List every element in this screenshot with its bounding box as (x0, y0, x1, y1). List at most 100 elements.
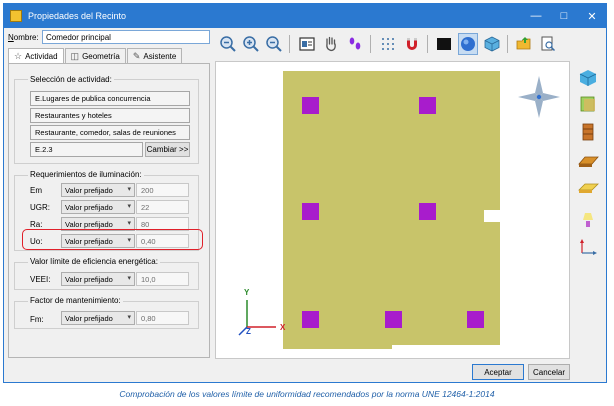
snap-button[interactable] (402, 33, 422, 55)
compass-icon (518, 76, 560, 118)
maximize-button[interactable]: □ (550, 4, 578, 28)
toolbar-separator (507, 35, 508, 53)
veei-select[interactable]: Valor prefijado ▾ (61, 272, 135, 286)
lamp-icon (583, 213, 593, 227)
cabinet-icon (582, 123, 594, 141)
layers-button[interactable] (576, 93, 600, 115)
accept-button[interactable]: Aceptar (472, 364, 524, 380)
zoom-out-button[interactable] (218, 33, 238, 55)
chevron-down-icon: ▾ (127, 220, 131, 227)
luminaire (302, 97, 319, 114)
hand-icon (326, 36, 336, 52)
change-activity-button[interactable]: Cambiar >> (145, 142, 190, 157)
fm-label: Fm: (30, 315, 44, 324)
zoom-in-button[interactable] (241, 33, 261, 55)
footprints-icon (349, 37, 361, 50)
wand-icon: ✎ (132, 51, 141, 61)
pan-button[interactable] (321, 33, 341, 55)
zoom-reset-button[interactable] (264, 33, 284, 55)
lighting-group-title: Requerimientos de iluminación: (28, 170, 144, 179)
sphere-icon (461, 37, 475, 51)
ceiling-icon (578, 183, 599, 193)
preview-button[interactable] (538, 33, 558, 55)
view-3d-button[interactable] (576, 67, 600, 89)
axis-z-label: Z (246, 327, 251, 336)
plan-canvas[interactable]: Y X Z (215, 61, 570, 359)
app-icon (10, 10, 22, 22)
cube-icon: ◫ (70, 51, 80, 61)
luminaire (302, 203, 319, 220)
uo-highlight (22, 229, 203, 250)
star-icon: ☆ (14, 51, 23, 61)
activity-group-title: Selección de actividad: (28, 75, 114, 84)
window-title: Propiedades del Recinto (28, 11, 127, 21)
tab-strip: ☆ Actividad ◫ Geometría ✎ Asistente (8, 48, 183, 64)
title-bar[interactable]: Propiedades del Recinto — □ ✕ (4, 4, 606, 28)
toolbar-separator (427, 35, 428, 53)
floor-surface-button[interactable] (576, 150, 600, 172)
activity-line-1: E.Lugares de publica concurrencia (30, 91, 190, 106)
view-window-icon (299, 37, 315, 51)
cancel-button[interactable]: Cancelar (528, 364, 570, 380)
axis-gizmo (238, 300, 276, 336)
ugr-label: UGR: (30, 203, 50, 212)
walk-button[interactable] (345, 33, 365, 55)
em-label: Em (30, 186, 42, 195)
luminaire (419, 97, 436, 114)
fm-value: 0,80 (136, 311, 189, 325)
zoom-in-icon (243, 36, 259, 52)
ugr-value: 22 (136, 200, 189, 214)
ceiling-surface-button[interactable] (576, 180, 600, 202)
open-button[interactable] (514, 33, 534, 55)
toolbar-separator (289, 35, 290, 53)
floor-icon (578, 156, 599, 167)
close-button[interactable]: ✕ (578, 4, 606, 28)
tab-actividad[interactable]: ☆ Actividad (8, 48, 64, 64)
chevron-down-icon: ▾ (127, 314, 131, 321)
activity-code: E.2.3 (30, 142, 143, 157)
tab-geometria[interactable]: ◫ Geometría (64, 48, 126, 64)
furniture-button[interactable] (576, 121, 600, 143)
grid-icon (382, 38, 394, 50)
folder-icon (516, 37, 531, 50)
dimension-icon (580, 239, 597, 255)
floor-plan[interactable]: Y X Z (216, 62, 570, 359)
luminaire (467, 311, 484, 328)
figure-caption: Comprobación de los valores límite de un… (119, 389, 495, 399)
tab-asistente[interactable]: ✎ Asistente (126, 48, 183, 64)
measure-button[interactable] (576, 236, 600, 258)
chevron-down-icon: ▾ (127, 275, 131, 282)
zoom-reset-icon (266, 36, 282, 52)
name-input[interactable] (42, 30, 210, 44)
print-preview-icon (541, 36, 556, 52)
fm-select[interactable]: Valor prefijado ▾ (61, 311, 135, 325)
render-view-button[interactable] (458, 33, 478, 55)
chevron-down-icon: ▾ (127, 186, 131, 193)
view-window-button[interactable] (297, 33, 317, 55)
em-value: 200 (136, 183, 189, 197)
luminaire (302, 311, 319, 328)
name-label: Nombre: (8, 33, 39, 42)
activity-line-3: Restaurante, comedor, salas de reuniones (30, 125, 190, 140)
zoom-out-icon (220, 36, 236, 52)
toolbar-separator (370, 35, 371, 53)
solid-view-button[interactable] (434, 33, 454, 55)
magnet-icon (407, 38, 417, 50)
cube-icon (579, 70, 597, 86)
axis-x-label: X (280, 323, 286, 332)
3d-view-button[interactable] (482, 33, 502, 55)
luminaire-button[interactable] (576, 208, 600, 230)
grid-button[interactable] (378, 33, 398, 55)
axis-y-label: Y (244, 288, 250, 297)
em-select[interactable]: Valor prefijado ▾ (61, 183, 135, 197)
ugr-select[interactable]: Valor prefijado ▾ (61, 200, 135, 214)
efficiency-group-title: Valor límite de eficiencia energética: (28, 257, 160, 266)
minimize-button[interactable]: — (522, 4, 550, 28)
layers-icon (580, 96, 595, 112)
black-square-icon (437, 38, 451, 50)
chevron-down-icon: ▾ (127, 203, 131, 210)
veei-value: 10,0 (136, 272, 189, 286)
luminaire (419, 203, 436, 220)
veei-label: VEEI: (30, 275, 51, 284)
ra-label: Ra: (30, 220, 43, 229)
